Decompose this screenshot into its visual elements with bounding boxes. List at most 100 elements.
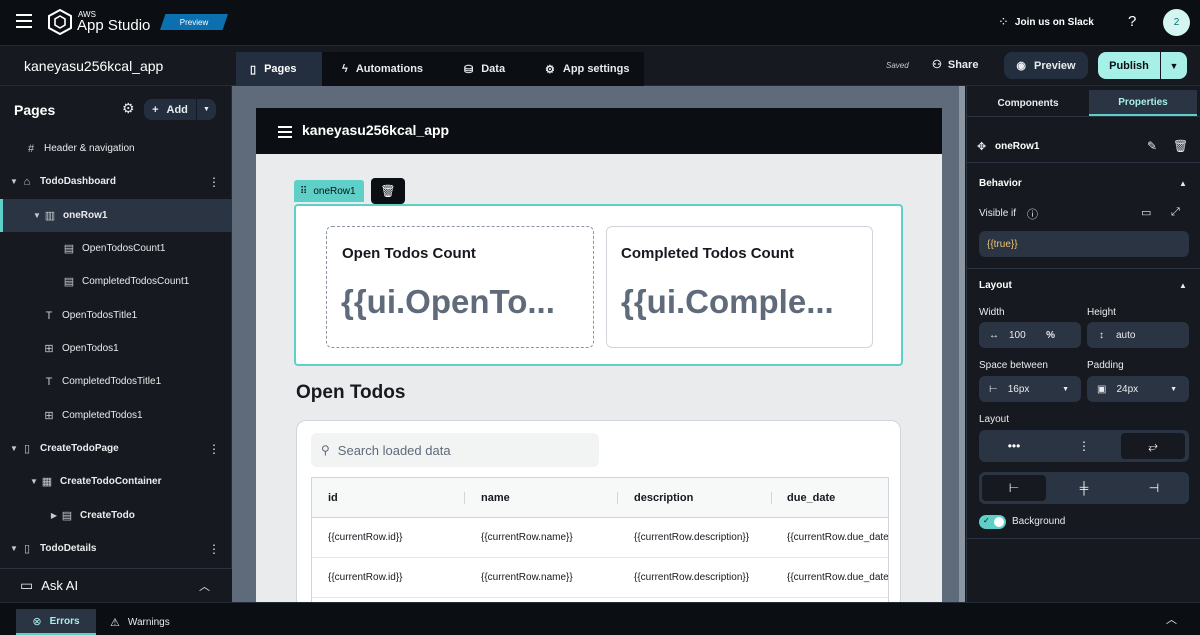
canvas-scrollbar[interactable]	[959, 86, 965, 602]
drag-handle-icon[interactable]: ⠿	[300, 186, 307, 197]
top-bar: AWS App Studio Preview ⁘ Join us on Slac…	[0, 0, 1200, 46]
comment-icon[interactable]: ▭	[1141, 206, 1151, 219]
search-input[interactable]: ⚲ Search loaded data	[311, 433, 599, 467]
height-label: Height	[1087, 307, 1116, 318]
open-todos-count-card[interactable]: Open Todos Count {{ui.OpenTo...	[326, 226, 594, 348]
errors-tab[interactable]: ⊗ Errors	[16, 609, 96, 635]
tab-pages[interactable]: ▯ Pages	[236, 52, 322, 86]
warnings-tab[interactable]: ⚠ Warnings	[110, 609, 170, 635]
divider	[967, 538, 1200, 539]
properties-panel: Components Properties ✥ oneRow1 ✎ 🗑 Beha…	[966, 86, 1200, 602]
pencil-icon[interactable]: ✎	[1147, 139, 1157, 153]
behavior-section-title[interactable]: Behavior	[979, 178, 1022, 189]
sidebar-item-createtodocontainer[interactable]: ▼ ▦ CreateTodoContainer	[0, 465, 232, 498]
table-cell: {{currentRow.description}}	[634, 532, 750, 543]
selected-component-tag[interactable]: ⠿ oneRow1	[294, 180, 364, 202]
align-center-icon[interactable]: ╪	[1049, 472, 1119, 504]
publish-button[interactable]: Publish	[1098, 52, 1160, 79]
completed-todos-count-card[interactable]: Completed Todos Count {{ui.Comple...	[606, 226, 873, 348]
component-name: oneRow1	[995, 141, 1040, 152]
more-options-icon[interactable]: ⋮	[208, 175, 220, 189]
chevron-up-icon[interactable]: ︿	[199, 578, 210, 594]
ask-ai-bar[interactable]: ▭ Ask AI ︿	[0, 568, 232, 602]
sidebar-item-label: Header & navigation	[44, 143, 135, 154]
sidebar-item-opentodostitle1[interactable]: T OpenTodosTitle1	[0, 299, 232, 332]
tab-app-settings[interactable]: ⚙ App settings	[531, 52, 644, 86]
help-icon[interactable]: ?	[1128, 13, 1136, 30]
card-value: {{ui.OpenTo...	[341, 283, 555, 320]
tab-app-settings-label: App settings	[562, 63, 630, 75]
caret-up-icon[interactable]: ▲	[1179, 281, 1187, 290]
avatar[interactable]: 2	[1163, 9, 1190, 36]
share-button[interactable]: ⚇ Share	[932, 58, 978, 72]
horizontal-dots-icon[interactable]: •••	[979, 430, 1049, 462]
sidebar-item-tododashboard[interactable]: ▼ ⌂ TodoDashboard ⋮	[0, 165, 232, 198]
app-menu-icon[interactable]	[278, 125, 292, 143]
search-placeholder: Search loaded data	[337, 442, 451, 458]
column-header-due-date[interactable]: due_date	[787, 478, 835, 518]
sidebar-item-label: OpenTodos1	[62, 343, 119, 354]
column-header-id[interactable]: id	[328, 478, 338, 518]
chevron-up-icon[interactable]: ︿	[1166, 611, 1177, 627]
logo-text: App Studio	[77, 17, 151, 34]
layout-section-title[interactable]: Layout	[979, 280, 1012, 291]
caret-up-icon[interactable]: ▲	[1179, 179, 1187, 188]
tab-automations[interactable]: ϟ Automations	[328, 52, 437, 86]
sidebar-item-onerow1[interactable]: ▼ ▥ oneRow1	[0, 199, 232, 232]
slack-link[interactable]: ⁘ Join us on Slack	[998, 14, 1094, 30]
sidebar-item-createtodopage[interactable]: ▼ ▯ CreateTodoPage ⋮	[0, 432, 232, 465]
text-icon: T	[45, 309, 53, 322]
menu-icon[interactable]	[16, 14, 32, 28]
sidebar-item-tododetails[interactable]: ▼ ▯ TodoDetails ⋮	[0, 532, 232, 565]
expand-icon[interactable]: ⤢	[1171, 206, 1180, 219]
background-toggle[interactable]: ✓	[979, 515, 1006, 529]
tab-components[interactable]: Components	[967, 90, 1089, 116]
padding-select[interactable]: ▣ 24px ▼	[1087, 376, 1189, 402]
width-unit[interactable]: %	[1046, 330, 1055, 341]
table-row[interactable]: {{currentRow.id}} {{currentRow.name}} {{…	[312, 518, 888, 558]
sidebar-item-opentodoscount1[interactable]: ▤ OpenTodosCount1	[0, 232, 232, 265]
slack-icon: ⁘	[998, 14, 1009, 29]
space-between-icon: ⊢	[989, 383, 998, 395]
caret-down-icon: ▼	[10, 444, 18, 453]
add-page-button[interactable]: + Add	[144, 99, 196, 120]
design-canvas: kaneyasu256kcal_app ⠿ oneRow1 🗑 Open Tod…	[232, 86, 965, 602]
lightning-icon: ϟ	[342, 63, 348, 75]
more-options-icon[interactable]: ⋮	[208, 442, 220, 456]
component-header	[967, 116, 1200, 117]
width-field[interactable]: ↔ 100 %	[979, 322, 1081, 348]
layout-direction-group: ••• ⋮ ⥂	[979, 430, 1189, 462]
tab-properties[interactable]: Properties	[1089, 90, 1197, 116]
add-dropdown-button[interactable]: ▼	[197, 99, 216, 120]
height-field[interactable]: ↕ auto	[1087, 322, 1189, 348]
column-header-name[interactable]: name	[481, 478, 510, 518]
card-icon: ▤	[63, 276, 75, 288]
tab-data[interactable]: ⛁ Data	[450, 52, 519, 86]
chevron-down-icon: ▼	[1169, 60, 1179, 71]
hash-icon: #	[27, 142, 35, 155]
vertical-dots-icon[interactable]: ⋮	[1049, 430, 1119, 462]
gear-icon[interactable]: ⚙	[122, 100, 135, 117]
sidebar-item-opentodos1[interactable]: ⊞ OpenTodos1	[0, 332, 232, 365]
table-row[interactable]: {{currentRow.id}} {{currentRow.name}} {{…	[312, 558, 888, 598]
wrap-icon[interactable]: ⥂	[1121, 433, 1185, 459]
more-options-icon[interactable]: ⋮	[208, 542, 220, 556]
sidebar-item-completedtodostitle1[interactable]: T CompletedTodosTitle1	[0, 365, 232, 398]
sidebar-item-createtodo[interactable]: ▶ ▤ CreateTodo	[0, 499, 232, 532]
sidebar-item-header-navigation[interactable]: # Header & navigation	[0, 132, 232, 165]
info-icon[interactable]: ⓘ	[1027, 206, 1038, 222]
align-right-icon[interactable]: ⊣	[1119, 472, 1189, 504]
column-divider	[464, 492, 465, 504]
trash-icon[interactable]: 🗑	[1173, 139, 1188, 153]
space-between-select[interactable]: ⊢ 16px ▼	[979, 376, 1081, 402]
visible-if-field[interactable]: {{true}}	[979, 231, 1189, 257]
column-header-description[interactable]: description	[634, 478, 693, 518]
table-cell: {{currentRow.description}}	[634, 572, 750, 583]
sidebar-item-completedtodoscount1[interactable]: ▤ CompletedTodosCount1	[0, 265, 232, 298]
publish-dropdown-button[interactable]: ▼	[1161, 52, 1187, 79]
sidebar-item-completedtodos1[interactable]: ⊞ CompletedTodos1	[0, 399, 232, 432]
delete-component-button[interactable]: 🗑	[371, 178, 405, 204]
align-left-icon[interactable]: ⊢	[982, 475, 1046, 501]
preview-button[interactable]: ◉ Preview	[1004, 52, 1088, 79]
onerow1-container[interactable]: Open Todos Count {{ui.OpenTo... Complete…	[294, 204, 903, 366]
